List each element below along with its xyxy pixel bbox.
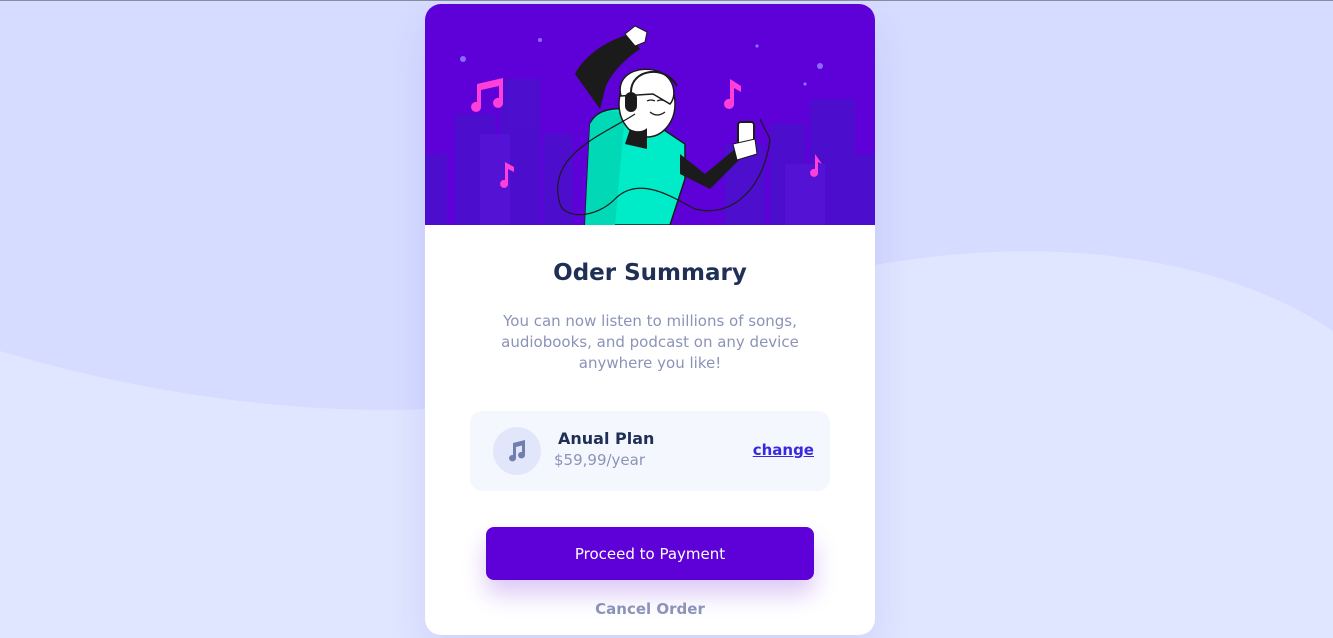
music-note-icon	[493, 427, 541, 475]
plan-price: $59,99/year	[554, 451, 646, 469]
change-plan-link[interactable]: change	[753, 441, 814, 459]
plan-name: Anual Plan	[558, 429, 655, 448]
page-title: Oder Summary	[553, 260, 747, 286]
cancel-order-button[interactable]: Cancel Order	[425, 599, 875, 619]
order-summary-card: Oder Summary You can now listen to milli…	[425, 4, 875, 635]
proceed-to-payment-button[interactable]: Proceed to Payment	[486, 527, 814, 580]
plan-summary: Anual Plan $59,99/year change	[470, 411, 830, 491]
hero-illustration	[425, 4, 875, 225]
order-description: You can now listen to millions of songs,…	[501, 312, 799, 372]
